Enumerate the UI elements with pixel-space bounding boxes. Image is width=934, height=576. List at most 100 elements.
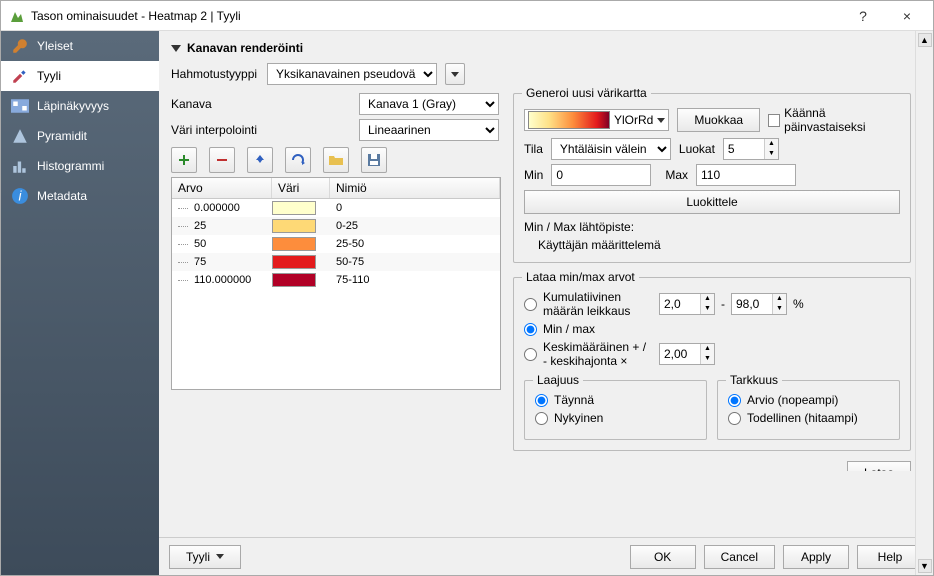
table-row[interactable]: 110.000000 75-110 (172, 271, 500, 289)
cell-label: 0 (330, 202, 500, 214)
interp-label: Väri interpolointi (171, 123, 351, 137)
ok-button[interactable]: OK (630, 545, 696, 569)
cell-label: 50-75 (330, 256, 500, 268)
mode-select[interactable]: Yhtäläisin välein (551, 138, 671, 160)
cell-color (272, 255, 330, 269)
channel-label: Kanava (171, 97, 351, 111)
style-menu-button[interactable]: Tyyli (169, 545, 241, 569)
cell-value: 25 (172, 220, 272, 232)
cell-label: 0-25 (330, 220, 500, 232)
origin-value: Käyttäjän määrittelemä (524, 238, 900, 252)
sidebar-item-label: Histogrammi (37, 159, 104, 173)
sidebar-item-transparency[interactable]: Läpinäkyvyys (1, 91, 159, 121)
app-icon (9, 8, 25, 24)
sidebar-item-label: Läpinäkyvyys (37, 99, 109, 113)
cell-label: 25-50 (330, 238, 500, 250)
load-legend: Lataa min/max arvot (522, 270, 639, 284)
col-value[interactable]: Arvo (172, 178, 272, 198)
col-color[interactable]: Väri (272, 178, 330, 198)
sort-button[interactable] (247, 147, 273, 173)
histogram-icon (11, 157, 29, 175)
cell-color (272, 219, 330, 233)
sidebar-item-histogram[interactable]: Histogrammi (1, 151, 159, 181)
help-button[interactable]: ? (841, 2, 885, 30)
interp-select[interactable]: Lineaarinen (359, 119, 499, 141)
ramp-preview (528, 111, 610, 129)
minmax-radio[interactable]: Min / max (524, 322, 900, 336)
sidebar: Yleiset Tyyli Läpinäkyvyys Pyramidit His… (1, 31, 159, 575)
render-type-dropdown-button[interactable] (445, 63, 465, 85)
scroll-up-icon[interactable]: ▲ (918, 33, 932, 47)
scroll-down-icon[interactable]: ▼ (918, 559, 932, 573)
stddev-radio[interactable]: Keskimääräinen + / - keskihajonta × ▲▼ (524, 340, 900, 368)
cell-label: 75-110 (330, 274, 500, 286)
cell-color (272, 237, 330, 251)
sidebar-item-style[interactable]: Tyyli (1, 61, 159, 91)
transparency-icon (11, 97, 29, 115)
generate-legend: Generoi uusi värikartta (522, 86, 651, 100)
min-label: Min (524, 168, 543, 182)
apply-button[interactable]: Apply (783, 545, 849, 569)
classify-button[interactable]: Luokittele (524, 190, 900, 214)
table-row[interactable]: 50 25-50 (172, 235, 500, 253)
cell-color (272, 201, 330, 215)
edit-ramp-button[interactable]: Muokkaa (677, 108, 760, 132)
sidebar-item-metadata[interactable]: i Metadata (1, 181, 159, 211)
accuracy-estimate-radio[interactable]: Arvio (nopeampi) (728, 393, 889, 407)
extent-full-radio[interactable]: Täynnä (535, 393, 696, 407)
classes-spin[interactable]: ▲▼ (723, 138, 779, 160)
extent-current-radio[interactable]: Nykyinen (535, 411, 696, 425)
window-title: Tason ominaisuudet - Heatmap 2 | Tyyli (31, 9, 841, 23)
cumulative-radio[interactable]: Kumulatiivinen määrän leikkaus ▲▼ - ▲▼ % (524, 290, 900, 318)
cum-low-spin[interactable]: ▲▼ (659, 293, 715, 315)
refresh-button[interactable] (285, 147, 311, 173)
render-type-select[interactable]: Yksikanavainen pseudoväri (267, 63, 437, 85)
table-row[interactable]: 75 50-75 (172, 253, 500, 271)
remove-class-button[interactable] (209, 147, 235, 173)
sidebar-item-label: Pyramidit (37, 129, 87, 143)
cum-high-spin[interactable]: ▲▼ (731, 293, 787, 315)
wrench-icon (11, 37, 29, 55)
cell-value: 0.000000 (172, 202, 272, 214)
invert-checkbox[interactable]: Käännä päinvastaiseksi (768, 106, 900, 134)
dialog-window: Tason ominaisuudet - Heatmap 2 | Tyyli ?… (0, 0, 934, 576)
load-fieldset: Lataa min/max arvot Kumulatiivinen määrä… (513, 277, 911, 451)
sidebar-item-label: Metadata (37, 189, 87, 203)
cell-value: 50 (172, 238, 272, 250)
section-title: Kanavan renderöinti (187, 41, 303, 55)
titlebar: Tason ominaisuudet - Heatmap 2 | Tyyli ?… (1, 1, 933, 31)
add-class-button[interactable] (171, 147, 197, 173)
vertical-scrollbar[interactable]: ▲ ▼ (915, 31, 933, 575)
min-input[interactable] (551, 164, 651, 186)
sidebar-item-label: Yleiset (37, 39, 73, 53)
render-type-label: Hahmotustyyppi (171, 67, 259, 81)
accuracy-fieldset: Tarkkuus Arvio (nopeampi) Todellinen (hi… (717, 380, 900, 440)
cancel-button[interactable]: Cancel (704, 545, 775, 569)
sidebar-item-label: Tyyli (37, 69, 61, 83)
stddev-spin[interactable]: ▲▼ (659, 343, 715, 365)
open-file-button[interactable] (323, 147, 349, 173)
col-label[interactable]: Nimiö (330, 178, 500, 198)
max-label: Max (665, 168, 688, 182)
sidebar-item-general[interactable]: Yleiset (1, 31, 159, 61)
table-row[interactable]: 0.000000 0 (172, 199, 500, 217)
brush-icon (11, 67, 29, 85)
cell-value: 75 (172, 256, 272, 268)
cell-color (272, 273, 330, 287)
channel-select[interactable]: Kanava 1 (Gray) (359, 93, 499, 115)
color-ramp-select[interactable]: YlOrRd (524, 109, 669, 131)
classes-label: Luokat (679, 142, 715, 156)
sidebar-item-pyramids[interactable]: Pyramidit (1, 121, 159, 151)
cell-value: 110.000000 (172, 274, 272, 286)
table-row[interactable]: 25 0-25 (172, 217, 500, 235)
max-input[interactable] (696, 164, 796, 186)
load-button[interactable]: Lataa (847, 461, 911, 471)
generate-fieldset: Generoi uusi värikartta YlOrRd Muokkaa (513, 93, 911, 263)
accuracy-actual-radio[interactable]: Todellinen (hitaampi) (728, 411, 889, 425)
close-button[interactable]: × (885, 2, 929, 30)
pyramid-icon (11, 127, 29, 145)
section-header[interactable]: Kanavan renderöinti (171, 37, 911, 59)
color-table: Arvo Väri Nimiö 0.000000 0 25 0-25 50 25-50 75… (171, 177, 501, 390)
help-button-footer[interactable]: Help (857, 545, 923, 569)
save-file-button[interactable] (361, 147, 387, 173)
